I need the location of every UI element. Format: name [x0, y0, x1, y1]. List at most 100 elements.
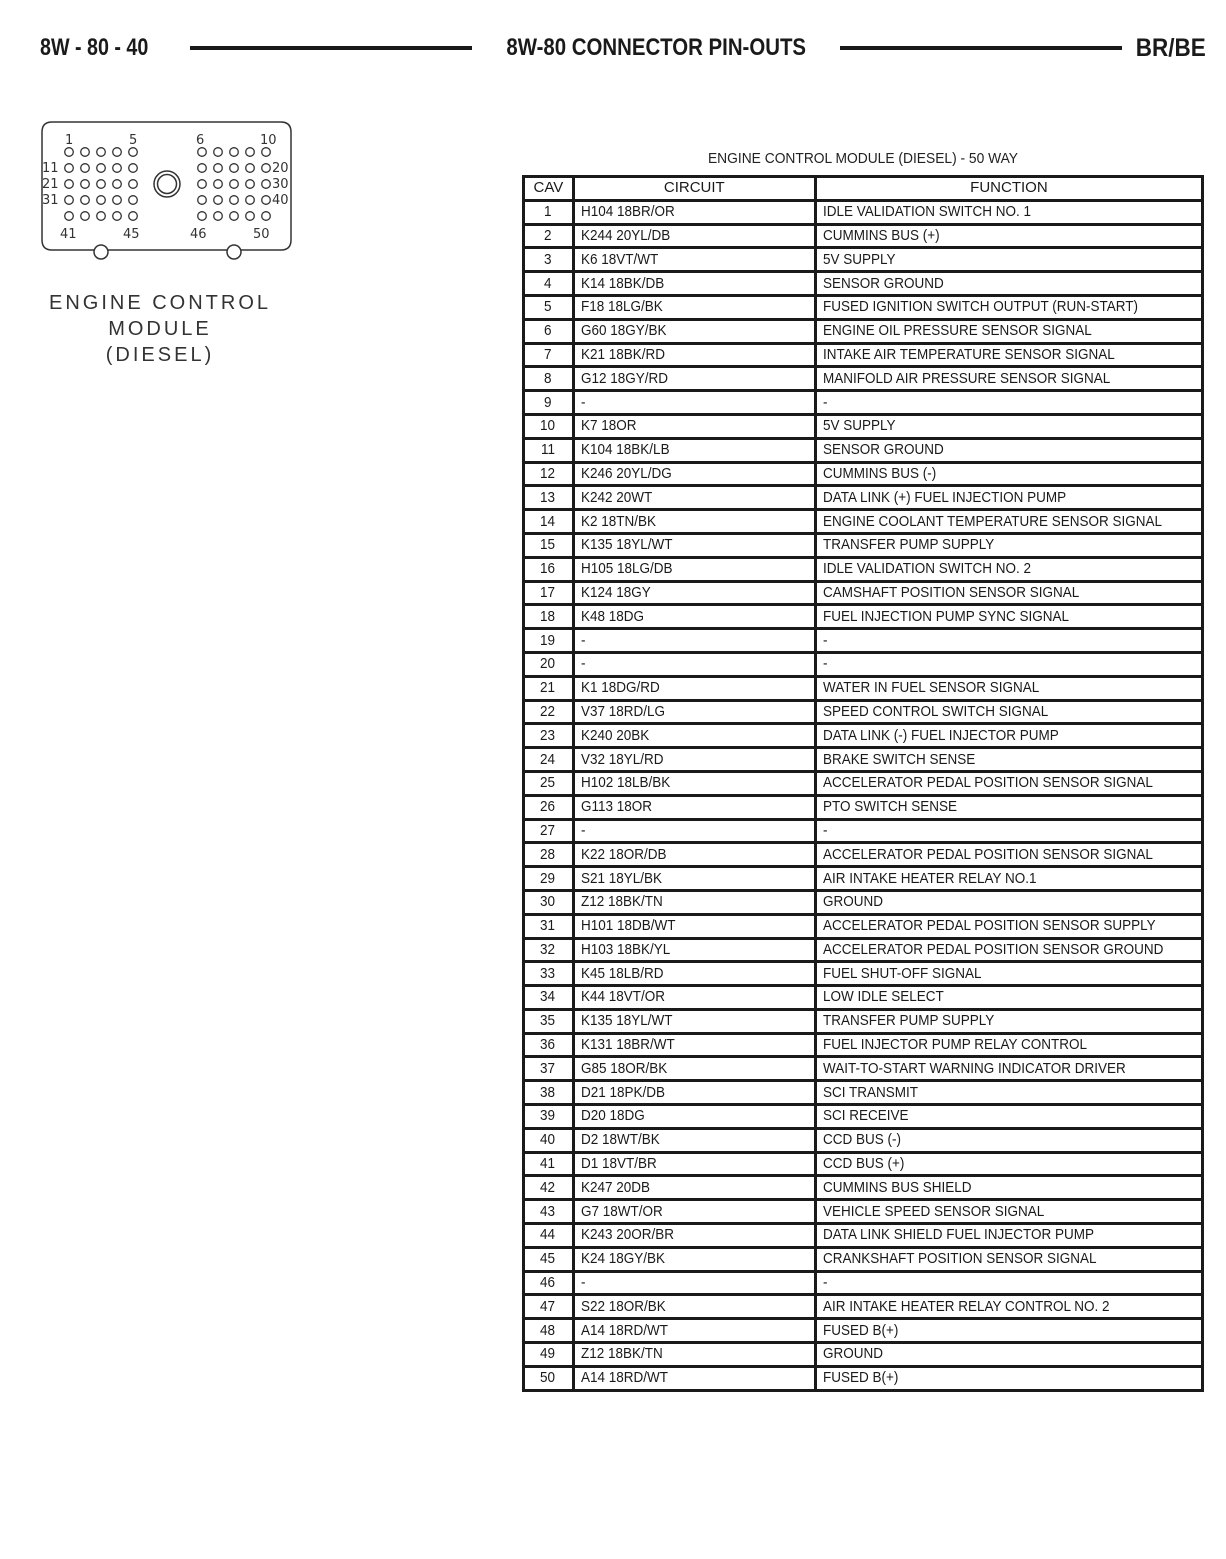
circuit-cell: K6 18VT/WT — [571, 246, 817, 274]
function-cell-text: SPEED CONTROL SWITCH SIGNAL — [822, 702, 1049, 720]
cav-cell-text: 28 — [540, 845, 556, 863]
function-cell-text: ENGINE OIL PRESSURE SENSOR SIGNAL — [822, 322, 1092, 340]
pin-cavity — [112, 179, 122, 189]
circuit-cell-text: S22 18OR/BK — [580, 1297, 666, 1315]
function-cell: ACCELERATOR PEDAL POSITION SENSOR GROUND — [813, 936, 1205, 964]
table-row: 1 H104 18BR/OR IDLE VALIDATION SWITCH NO. … — [522, 198, 1205, 226]
function-cell: SENSOR GROUND — [813, 270, 1205, 297]
function-cell: SCI TRANSMIT — [813, 1079, 1205, 1107]
circuit-cell: H104 18BR/OR — [571, 198, 817, 226]
pin-cavity — [229, 179, 239, 189]
page-code: 8W - 80 - 40 — [40, 34, 149, 61]
circuit-cell: K243 20OR/BR — [571, 1222, 817, 1249]
cav-cell: 9 — [522, 389, 575, 416]
circuit-cell: D20 18DG — [571, 1103, 817, 1130]
circuit-cell-text: K240 20BK — [580, 726, 650, 744]
circuit-cell: G113 18OR — [571, 793, 817, 821]
table-row: 9 - - — [522, 389, 1205, 416]
cav-cell: 46 — [522, 1269, 575, 1297]
circuit-cell: - — [571, 817, 817, 845]
function-cell: BRAKE SWITCH SENSE — [813, 746, 1205, 773]
circuit-cell-text: D1 18VT/BR — [580, 1155, 657, 1173]
circuit-cell-text: H101 18DB/WT — [580, 917, 676, 935]
model-code: BR/BE — [1135, 33, 1206, 62]
circuit-cell-text: S21 18YL/BK — [580, 869, 662, 887]
circuit-cell-text: G113 18OR — [580, 798, 652, 816]
circuit-cell: K48 18DG — [571, 603, 817, 631]
circuit-cell: K22 18OR/DB — [571, 841, 817, 869]
cav-cell: 18 — [522, 603, 575, 631]
circuit-cell-text: K244 20YL/DB — [580, 226, 671, 244]
circuit-cell-text: H105 18LG/DB — [580, 560, 673, 578]
cav-cell: 7 — [522, 341, 575, 369]
function-cell: - — [813, 627, 1205, 654]
circuit-cell: Z12 18BK/TN — [571, 888, 817, 916]
pin-cavity — [261, 147, 271, 157]
function-cell: CUMMINS BUS (-) — [813, 460, 1205, 488]
circuit-cell: H102 18LB/BK — [571, 769, 817, 797]
pin-label: 30 — [272, 177, 289, 192]
caption-line: (DIESEL) — [105, 344, 215, 366]
function-cell: LOW IDLE SELECT — [813, 984, 1205, 1011]
circuit-cell: H101 18DB/WT — [571, 912, 817, 940]
circuit-cell-text: K21 18BK/RD — [580, 345, 665, 363]
pin-cavity — [112, 195, 122, 205]
pin-cavity — [261, 211, 271, 221]
cav-cell-text: 7 — [544, 345, 552, 363]
table-row: 48 A14 18RD/WT FUSED B(+) — [522, 1317, 1205, 1345]
cav-cell-text: 11 — [540, 441, 555, 459]
cav-cell-text: 14 — [540, 512, 556, 530]
circuit-cell: G7 18WT/OR — [571, 1198, 817, 1226]
circuit-cell-text: K247 20DB — [580, 1178, 650, 1196]
function-cell-text: DATA LINK SHIELD FUEL INJECTOR PUMP — [822, 1226, 1094, 1244]
function-cell-text: ACCELERATOR PEDAL POSITION SENSOR GROUND — [822, 940, 1164, 958]
function-cell-text: BRAKE SWITCH SENSE — [822, 750, 976, 768]
table-row: 30 Z12 18BK/TN GROUND — [522, 888, 1205, 916]
function-cell-text: ACCELERATOR PEDAL POSITION SENSOR SIGNAL — [822, 845, 1153, 863]
function-cell-text: CRANKSHAFT POSITION SENSOR SIGNAL — [822, 1250, 1097, 1268]
function-cell-text: FUEL SHUT-OFF SIGNAL — [822, 964, 982, 982]
mounting-tab-right — [226, 244, 242, 260]
circuit-cell-text: K6 18VT/WT — [580, 250, 658, 268]
circuit-cell-text: K24 18GY/BK — [580, 1250, 665, 1268]
function-cell-text: TRANSFER PUMP SUPPLY — [822, 1012, 995, 1030]
circuit-cell-text: K1 18DG/RD — [580, 679, 660, 697]
cav-cell: 44 — [522, 1222, 575, 1249]
cav-cell: 31 — [522, 912, 575, 940]
pin-label: 1 — [65, 133, 73, 148]
pin-label: 10 — [260, 133, 277, 148]
cav-cell-text: 13 — [540, 488, 556, 506]
cav-cell: 30 — [522, 888, 575, 916]
circuit-cell: G12 18GY/RD — [571, 365, 817, 393]
pin-label: 21 — [42, 177, 59, 192]
cav-cell: 13 — [522, 484, 575, 512]
header-rule-left — [190, 46, 472, 50]
cav-cell-text: 2 — [544, 226, 552, 244]
circuit-cell: K44 18VT/OR — [571, 984, 817, 1011]
circuit-cell: A14 18RD/WT — [571, 1364, 817, 1392]
circuit-cell-text: K135 18YL/WT — [580, 536, 673, 554]
circuit-cell: H103 18BK/YL — [571, 936, 817, 964]
pin-label: 11 — [42, 161, 59, 176]
pin-cavity — [197, 195, 207, 205]
cav-cell: 11 — [522, 436, 575, 464]
circuit-cell: V32 18YL/RD — [571, 746, 817, 773]
table-row: 50 A14 18RD/WT FUSED B(+) — [522, 1364, 1205, 1392]
cav-cell-text: 32 — [540, 940, 556, 958]
pin-cavity — [245, 147, 255, 157]
table-row: 28 K22 18OR/DB ACCELERATOR PEDAL POSITION … — [522, 841, 1205, 869]
pin-cavity — [128, 179, 138, 189]
function-cell-text: WAIT-TO-START WARNING INDICATOR DRIVER — [822, 1059, 1126, 1077]
cav-cell: 27 — [522, 817, 575, 845]
cav-cell: 37 — [522, 1055, 575, 1083]
circuit-cell: - — [571, 627, 817, 654]
table-row: 21 K1 18DG/RD WATER IN FUEL SENSOR SIGNAL — [522, 674, 1205, 702]
circuit-cell-text: G85 18OR/BK — [580, 1059, 668, 1077]
function-cell: SENSOR GROUND — [813, 436, 1205, 464]
pin-label: 45 — [123, 227, 140, 242]
function-cell: IDLE VALIDATION SWITCH NO. 1 — [813, 198, 1205, 226]
cav-cell-text: 4 — [544, 274, 552, 292]
pin-cavity — [213, 179, 223, 189]
table-row: 33 K45 18LB/RD FUEL SHUT-OFF SIGNAL — [522, 960, 1205, 988]
function-cell: WATER IN FUEL SENSOR SIGNAL — [813, 674, 1205, 702]
